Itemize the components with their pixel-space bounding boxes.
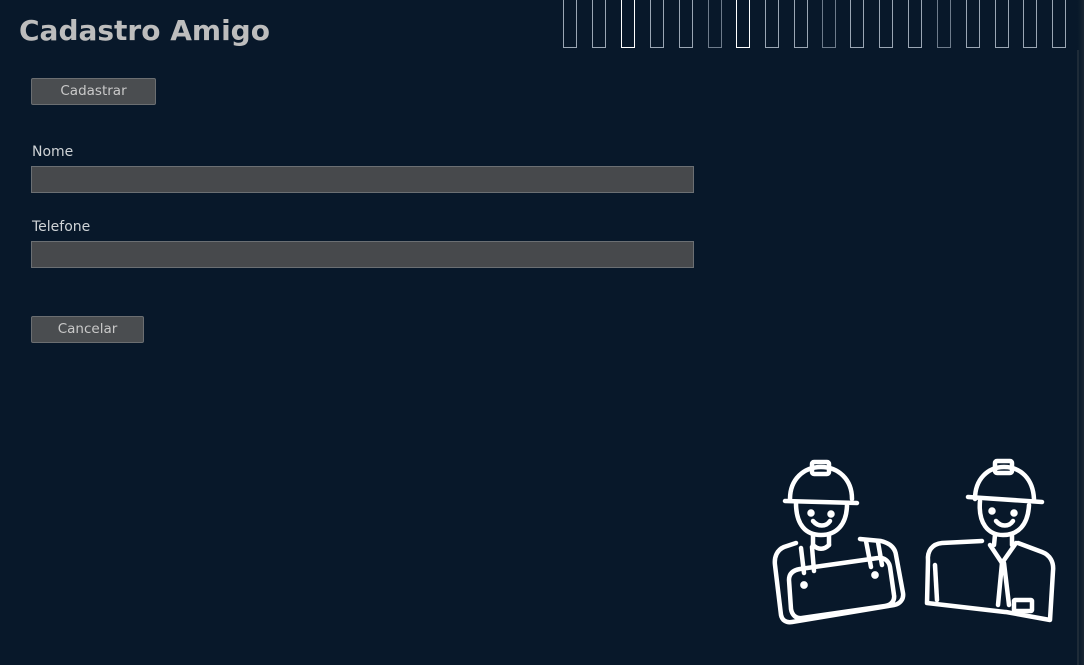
decorative-bar <box>736 0 750 48</box>
cancelar-button[interactable]: Cancelar <box>31 316 144 343</box>
decorative-bar <box>966 0 980 48</box>
decorative-bar <box>879 0 893 48</box>
decorative-bar <box>679 0 693 48</box>
window-title: Cadastro Amigo <box>19 14 270 47</box>
telefone-label: Telefone <box>32 219 91 235</box>
decorative-bar <box>908 0 922 48</box>
decorative-bar <box>708 0 722 48</box>
decorative-bar <box>1052 0 1066 48</box>
decorative-bar <box>937 0 951 48</box>
decorative-bar <box>592 0 606 48</box>
nome-label: Nome <box>32 144 74 160</box>
cadastrar-button[interactable]: Cadastrar <box>31 78 156 105</box>
decorative-bar <box>822 0 836 48</box>
construction-workers-icon <box>772 458 1056 625</box>
decorative-bar <box>650 0 664 48</box>
worker-right-icon <box>924 458 1056 623</box>
decorative-bar <box>563 0 577 48</box>
decorative-bar <box>1023 0 1037 48</box>
decorative-bar <box>765 0 779 48</box>
telefone-input[interactable] <box>31 241 694 268</box>
decorative-bar <box>794 0 808 48</box>
nome-input[interactable] <box>31 166 694 193</box>
decorative-bar <box>995 0 1009 48</box>
worker-left-icon <box>772 459 906 625</box>
window-right-edge <box>1077 0 1084 665</box>
decorative-bar <box>621 0 635 48</box>
decorative-bars <box>563 0 1068 50</box>
decorative-bar <box>850 0 864 48</box>
